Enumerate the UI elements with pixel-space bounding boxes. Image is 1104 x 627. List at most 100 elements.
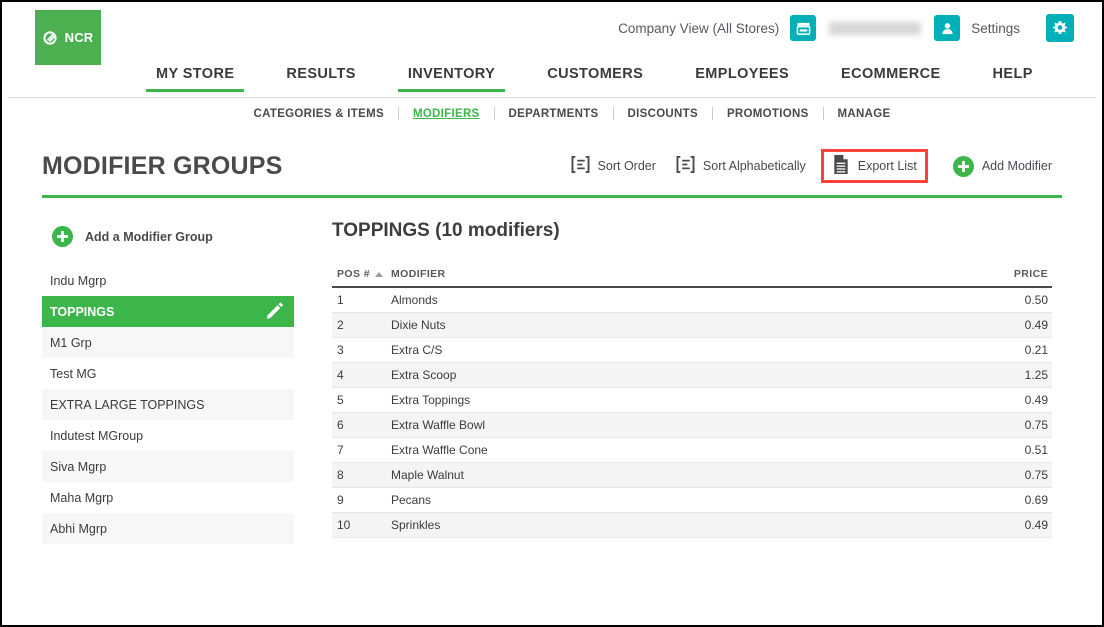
page-title: MODIFIER GROUPS [42,151,283,180]
user-profile-icon[interactable] [934,15,961,41]
sidebar-item-extra-large-toppings[interactable]: EXTRA LARGE TOPPINGS [42,389,294,420]
nav-ecommerce[interactable]: ECOMMERCE [815,64,966,92]
table-row[interactable]: 1 Almonds 0.50 [332,287,1052,313]
cell-price: 0.50 [865,287,1052,313]
column-header-pos-label: POS # [337,268,370,280]
nav-results[interactable]: RESULTS [260,64,381,92]
table-row[interactable]: 7 Extra Waffle Cone 0.51 [332,437,1052,463]
table-header: POS # MODIFIER PRICE [332,268,1052,288]
sidebar-item-label: Test MG [50,366,97,381]
subnav-discounts[interactable]: DISCOUNTS [614,108,712,120]
cell-pos: 2 [332,312,391,338]
sidebar-item-test-mg[interactable]: Test MG [42,358,294,389]
cell-pos: 9 [332,487,391,513]
cell-price: 0.51 [865,437,1052,463]
table-row[interactable]: 4 Extra Scoop 1.25 [332,362,1052,388]
subnav-modifiers-label: MODIFIERS [412,107,480,120]
nav-customers[interactable]: CUSTOMERS [521,64,669,92]
user-name-redacted [829,21,922,35]
column-header-modifier[interactable]: MODIFIER [391,268,866,288]
cell-modifier: Extra Waffle Cone [391,437,866,463]
add-modifier-group-button[interactable]: Add a Modifier Group [42,220,294,265]
header-right-cluster: Company View (All Stores) Settings [618,11,1074,45]
sort-alphabetically-button[interactable]: Sort Alphabetically [666,152,816,180]
sidebar-item-label: EXTRA LARGE TOPPINGS [50,397,205,412]
table-row[interactable]: 6 Extra Waffle Bowl 0.75 [332,412,1052,438]
modifier-group-sidebar: Add a Modifier Group Indu Mgrp TOPPINGS … [42,220,294,544]
export-document-icon [832,154,850,178]
edit-pencil-icon[interactable] [265,301,284,323]
subnav-categories-items[interactable]: CATEGORIES & ITEMS [240,108,398,120]
settings-label[interactable]: Settings [971,21,1020,36]
ncr-logo-text: NCR [64,30,94,45]
sidebar-item-maha-mgrp[interactable]: Maha Mgrp [42,482,294,513]
subnav-departments[interactable]: DEPARTMENTS [495,108,613,120]
company-view-label: Company View (All Stores) [618,20,780,36]
subnav-manage[interactable]: MANAGE [824,108,905,120]
cell-modifier: Sprinkles [391,512,866,538]
sort-order-label: Sort Order [597,159,656,173]
app-header: NCR Company View (All Stores) Settings [2,2,1102,65]
cell-modifier: Maple Walnut [391,462,866,488]
subnav-promotions[interactable]: PROMOTIONS [713,108,823,120]
column-header-price[interactable]: PRICE [865,268,1052,288]
gear-icon[interactable] [1046,14,1074,42]
sidebar-item-label: Indu Mgrp [50,273,107,288]
modifier-list-panel: TOPPINGS (10 modifiers) POS # MODIFIER P… [332,220,1062,538]
table-row[interactable]: 10 Sprinkles 0.49 [332,512,1052,538]
sidebar-item-indutest-mgroup[interactable]: Indutest MGroup [42,420,294,451]
nav-results-label: RESULTS [286,66,356,82]
panel-title: TOPPINGS (10 modifiers) [332,220,560,241]
table-row[interactable]: 8 Maple Walnut 0.75 [332,462,1052,488]
table-row[interactable]: 3 Extra C/S 0.21 [332,337,1052,363]
store-icon[interactable] [790,15,817,41]
plus-icon [52,226,73,247]
sidebar-item-label: Siva Mgrp [50,459,107,474]
table-row[interactable]: 2 Dixie Nuts 0.49 [332,312,1052,338]
cell-price: 0.69 [865,487,1052,513]
sidebar-item-label: M1 Grp [50,335,92,350]
cell-modifier: Dixie Nuts [391,312,866,338]
export-list-label: Export List [857,159,917,173]
sidebar-item-toppings[interactable]: TOPPINGS [42,296,294,327]
sort-alphabetically-label: Sort Alphabetically [702,159,806,173]
cell-price: 0.21 [865,337,1052,363]
table-row[interactable]: 9 Pecans 0.69 [332,487,1052,513]
nav-employees[interactable]: EMPLOYEES [669,64,815,92]
cell-pos: 1 [332,287,391,313]
sidebar-item-abhi-mgrp[interactable]: Abhi Mgrp [42,513,294,544]
cell-pos: 6 [332,412,391,438]
cell-price: 0.49 [865,312,1052,338]
sidebar-item-siva-mgrp[interactable]: Siva Mgrp [42,451,294,482]
plus-icon [952,155,974,177]
subnav-manage-label: MANAGE [837,107,891,120]
table-body: 1 Almonds 0.50 2 Dixie Nuts 0.49 3 Extra… [332,287,1052,538]
nav-my-store[interactable]: MY STORE [130,64,260,92]
sidebar-item-label: Maha Mgrp [50,490,114,505]
modifier-table: POS # MODIFIER PRICE 1 Almonds 0.50 2 Di… [332,268,1052,538]
cell-modifier: Extra Scoop [391,362,866,388]
nav-employees-label: EMPLOYEES [695,66,790,82]
page-content: Add a Modifier Group Indu Mgrp TOPPINGS … [42,220,1062,544]
export-list-button[interactable]: Export List [820,149,928,183]
app-window: NCR Company View (All Stores) Settings M… [0,0,1104,627]
sidebar-item-m1-grp[interactable]: M1 Grp [42,327,294,358]
sidebar-item-label: TOPPINGS [50,304,115,319]
sidebar-item-indu-mgrp[interactable]: Indu Mgrp [42,265,294,296]
cell-pos: 7 [332,437,391,463]
sort-order-button[interactable]: Sort Order [561,152,666,180]
cell-modifier: Extra Toppings [391,387,866,413]
cell-price: 0.75 [865,462,1052,488]
nav-inventory[interactable]: INVENTORY [382,64,521,92]
column-header-pos[interactable]: POS # [332,268,391,288]
subnav-promotions-label: PROMOTIONS [726,107,809,120]
add-modifier-button[interactable]: Add Modifier [943,152,1062,181]
table-header-row: POS # MODIFIER PRICE [332,268,1052,288]
table-row[interactable]: 5 Extra Toppings 0.49 [332,387,1052,413]
nav-inventory-label: INVENTORY [407,66,496,82]
sidebar-item-label: Indutest MGroup [50,428,144,443]
cell-price: 0.49 [865,512,1052,538]
nav-help[interactable]: HELP [967,64,1059,92]
cell-modifier: Extra C/S [391,337,866,363]
subnav-modifiers[interactable]: MODIFIERS [399,108,494,120]
